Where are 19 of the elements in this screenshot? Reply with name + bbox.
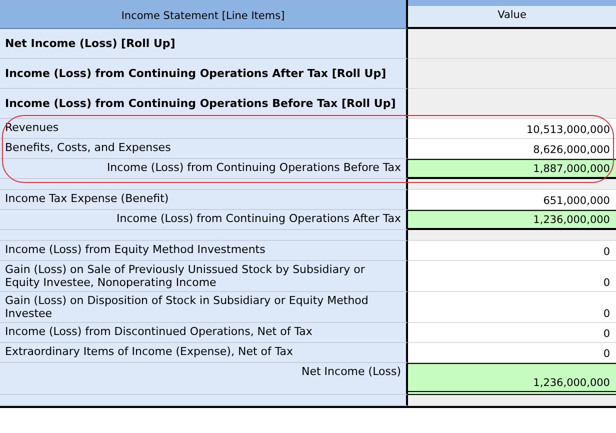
row-label: Net Income (Loss) [Roll Up]	[0, 29, 408, 59]
value-cell: 1,236,000,000	[408, 210, 616, 230]
row-label: Revenues	[0, 119, 408, 139]
row-label: Extraordinary Items of Income (Expense), Net of Tax	[0, 343, 408, 363]
row-label: Income (Loss) from Continuing Operations Before Tax [Roll Up]	[0, 89, 408, 119]
row-label: Income (Loss) from Continuing Operations After Tax	[0, 210, 408, 230]
column-header: Income Statement [Line Items]	[0, 0, 408, 29]
row-label: Income (Loss) from Continuing Operations Before Tax	[0, 159, 408, 179]
value-cell: 1,887,000,000	[408, 159, 616, 179]
column-header: Value	[408, 0, 616, 29]
row-label: Gain (Loss) on Disposition of Stock in Subsidiary or Equity Method Investee	[0, 292, 408, 323]
row-label: Income Tax Expense (Benefit)	[0, 190, 408, 210]
row-label: Income (Loss) from Equity Method Investments	[0, 241, 408, 261]
row-label: Net Income (Loss)	[0, 363, 408, 395]
row-label: Income (Loss) from Continuing Operations After Tax [Roll Up]	[0, 59, 408, 89]
value-cell: 1,236,000,000	[408, 363, 616, 395]
row-label: Gain (Loss) on Sale of Previously Unissued Stock by Subsidiary or Equity Investee, Nonoperating Income	[0, 261, 408, 292]
row-label: Benefits, Costs, and Expenses	[0, 139, 408, 159]
row-label: Income (Loss) from Discontinued Operations, Net of Tax	[0, 323, 408, 343]
